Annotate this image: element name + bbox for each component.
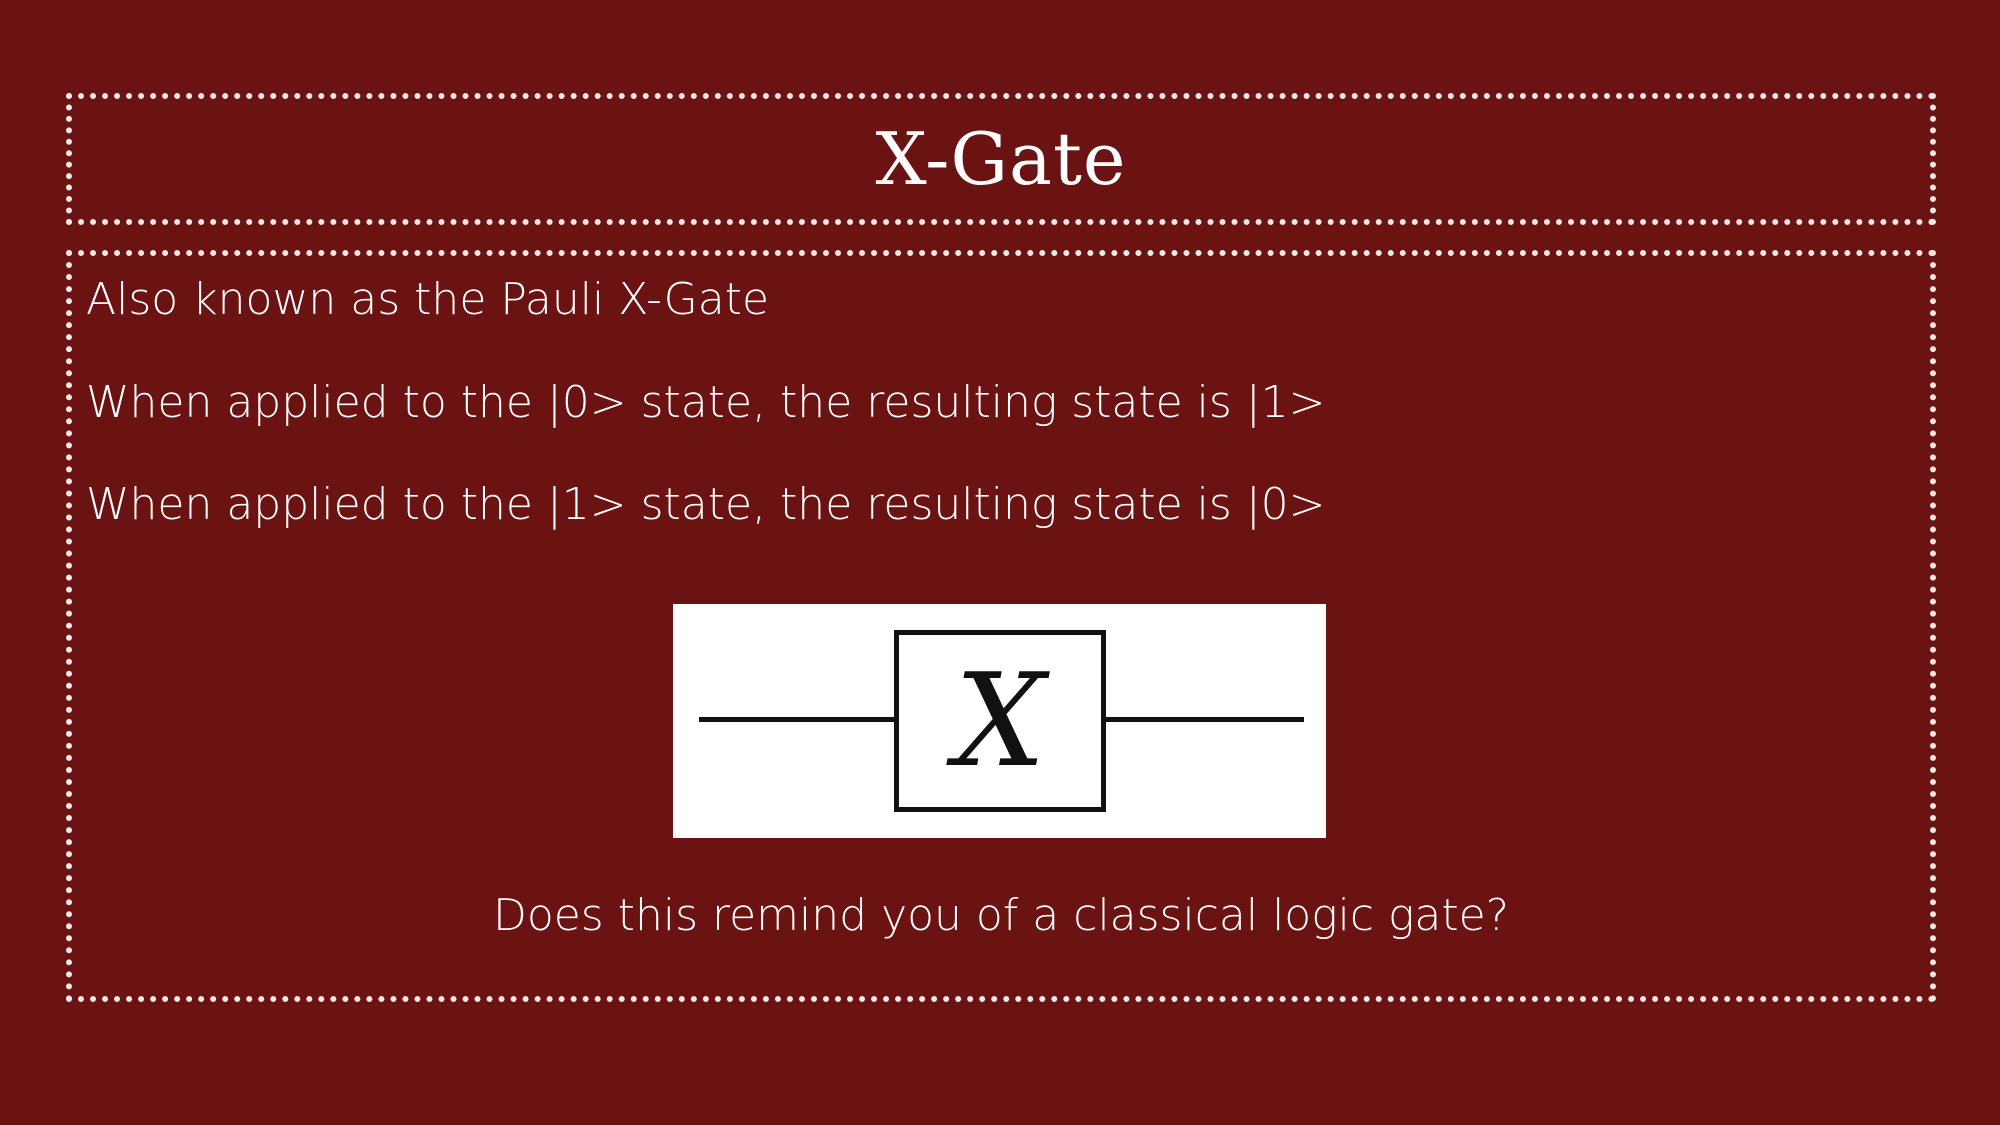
x-gate-box: X [894,630,1106,812]
output-wire [1104,717,1304,722]
bullet-zero-to-one: When applied to the |0> state, the resul… [86,377,1326,428]
slide-question: Does this remind you of a classical logi… [492,890,1510,941]
bullet-one-to-zero: When applied to the |1> state, the resul… [86,479,1326,530]
input-wire [699,717,920,722]
slide-title: X-Gate [875,117,1127,201]
gate-label: X [954,646,1046,796]
bullet-pauli-name: Also known as the Pauli X-Gate [86,274,770,325]
x-gate-circuit-diagram: X [673,604,1326,838]
